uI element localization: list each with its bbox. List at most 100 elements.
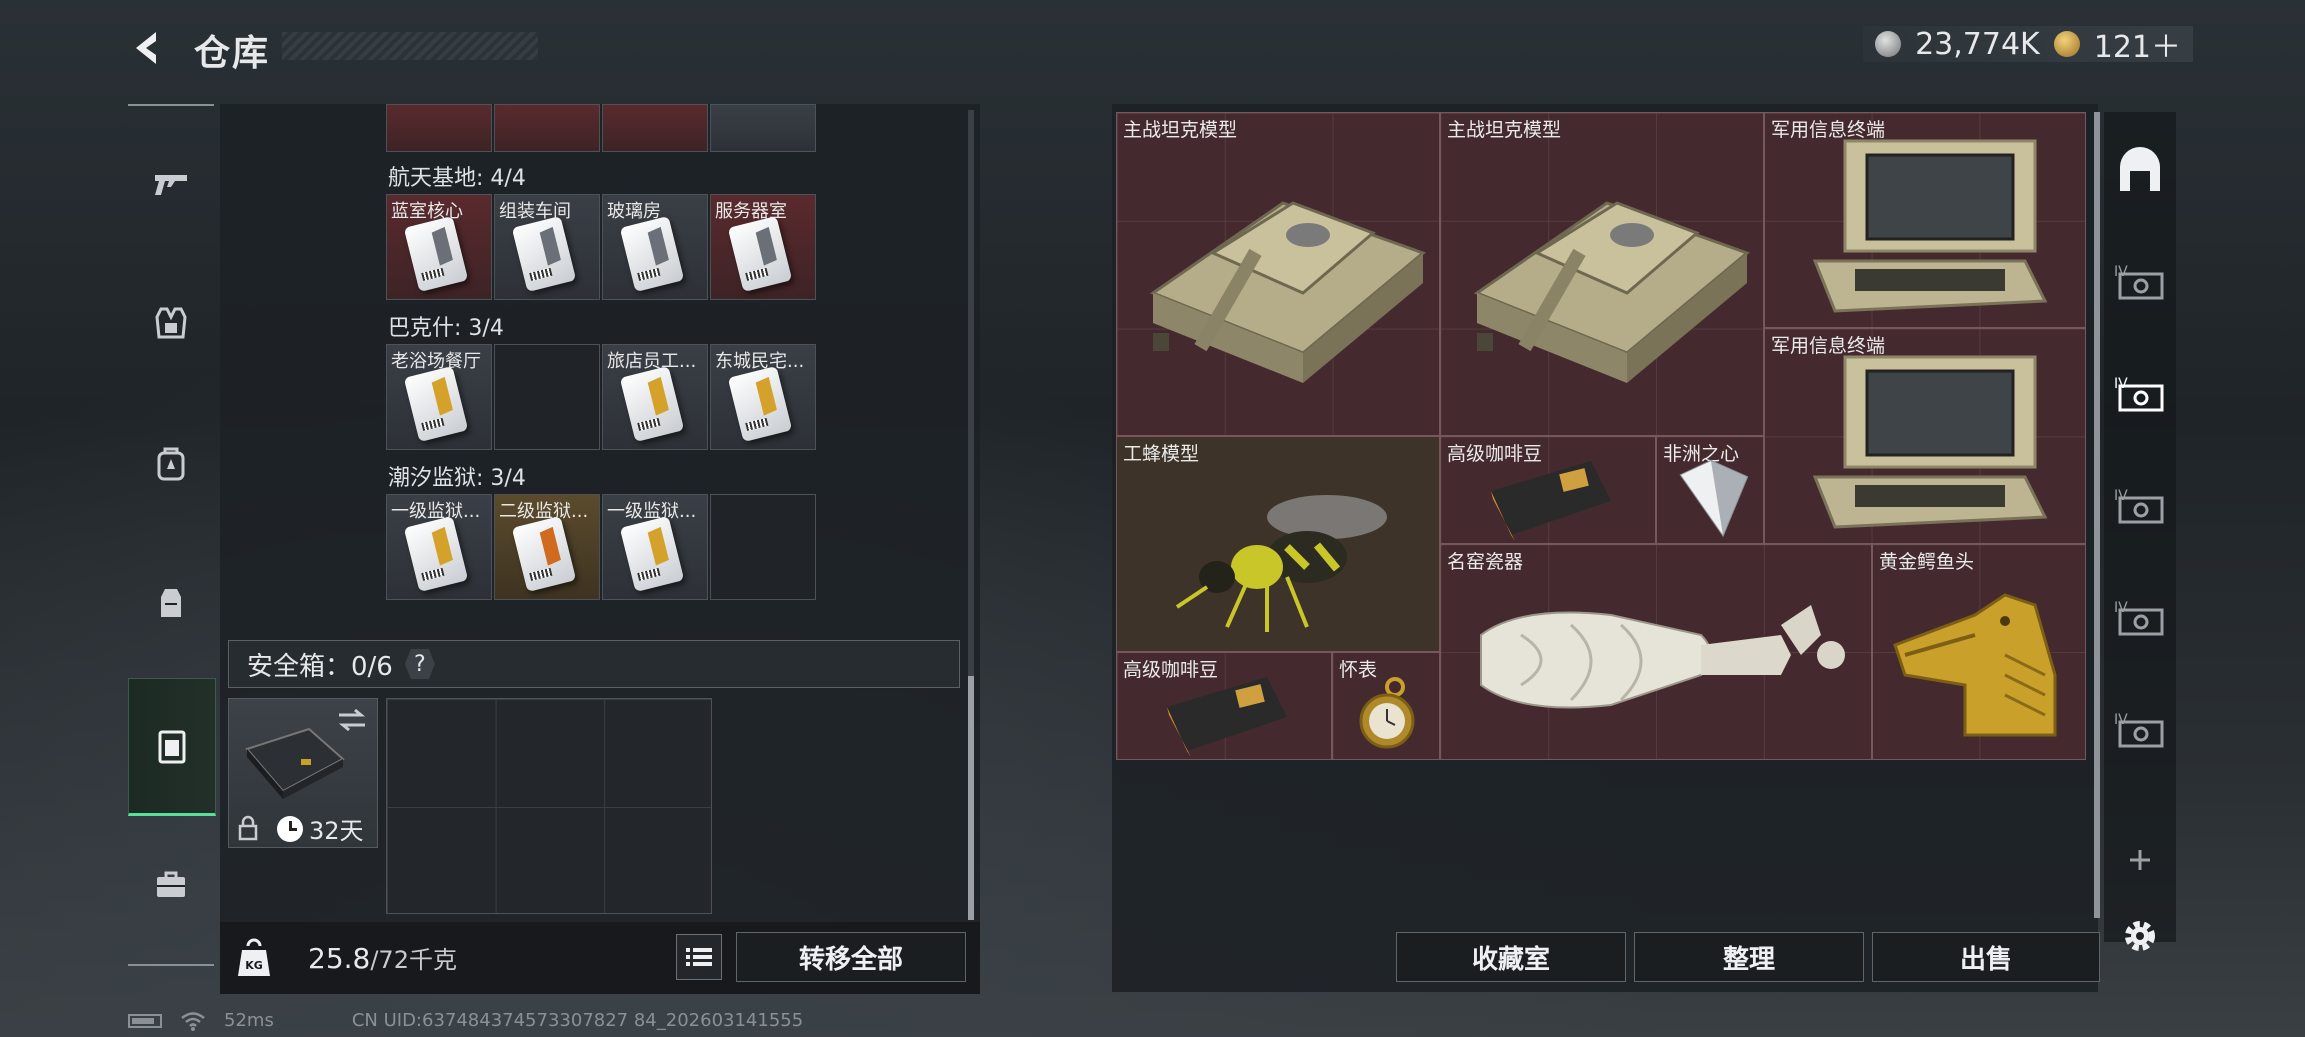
keycard-label: 二级监狱...: [499, 501, 589, 522]
keycard-label: 旅店员工...: [607, 351, 697, 372]
item-tank-model[interactable]: 主战坦克模型: [1116, 112, 1440, 436]
armor-vest-icon[interactable]: [128, 288, 214, 358]
stash-page-iv-icon[interactable]: IV: [2110, 254, 2170, 310]
keycard-group-title: 航天基地: 4/4: [388, 166, 526, 191]
svg-text:KG: KG: [245, 959, 263, 972]
backpack-icon[interactable]: [128, 428, 214, 498]
title-decoration: [282, 32, 538, 60]
keycard-label: 东城民宅...: [715, 351, 805, 372]
item-premium-coffee-beans[interactable]: 高级咖啡豆: [1116, 652, 1332, 760]
keycard-scroll-thumb[interactable]: [968, 676, 974, 920]
keycard-label: 服务器室: [715, 201, 787, 222]
uid-readout: CN UID:637484374573307827 84_20260314155…: [351, 1010, 804, 1031]
collection-room-button[interactable]: 收藏室: [1396, 932, 1626, 982]
keycard-group-title: 巴克什: 3/4: [388, 316, 504, 341]
silver-coin-icon: [1875, 31, 1902, 57]
keycard-slot[interactable]: 二级监狱...: [494, 494, 600, 600]
stash-scrollbar[interactable]: [2094, 112, 2100, 918]
stash-page-iv-icon-active[interactable]: IV: [2110, 366, 2170, 422]
keycard-row: 蓝室核心 组装车间 玻璃房 服务器室: [386, 194, 818, 300]
item-label: 主战坦克模型: [1123, 119, 1238, 141]
keycard-slot-empty: [710, 494, 816, 600]
keycard-slot[interactable]: 组装车间: [494, 194, 600, 300]
add-stash-page-icon[interactable]: [2110, 832, 2170, 888]
keycard-slot-empty: [494, 344, 600, 450]
gold-amount[interactable]: 121＋: [2094, 22, 2181, 66]
stash-home-icon[interactable]: [2110, 142, 2170, 198]
back-arrow-icon[interactable]: [128, 28, 168, 68]
page-title: 仓库: [194, 33, 271, 74]
keycard-label: 老浴场餐厅: [391, 351, 481, 372]
bee-model-icon: [1175, 495, 1387, 632]
stash-page-iv-icon[interactable]: IV: [2110, 478, 2170, 534]
keycard-slot[interactable]: 老浴场餐厅: [386, 344, 492, 450]
item-label: 主战坦克模型: [1447, 119, 1562, 141]
keycard-label: 蓝室核心: [391, 201, 463, 222]
lock-icon: [238, 815, 258, 841]
keycard-slot[interactable]: [710, 104, 816, 152]
porcelain-vase-icon: [1480, 605, 1845, 709]
keycard-label: 一级监狱...: [607, 501, 697, 522]
gun-icon[interactable]: [128, 148, 214, 218]
keycard-label: 一级监狱...: [391, 501, 481, 522]
safe-case-icon: [245, 727, 345, 799]
stash-page-iv-icon[interactable]: IV: [2110, 590, 2170, 646]
briefcase-icon[interactable]: [128, 850, 214, 920]
expiry-indicator: 32天: [277, 811, 364, 846]
rig-icon[interactable]: [128, 568, 214, 638]
pocket-watch-icon: [1359, 677, 1415, 749]
item-pocket-watch[interactable]: 怀表: [1332, 652, 1440, 760]
stash-page-tabs: IV IV IV IV IV: [2104, 112, 2176, 942]
keycard-slot[interactable]: 服务器室: [710, 194, 816, 300]
keycard-slot[interactable]: 蓝室核心: [386, 194, 492, 300]
keycard-slot[interactable]: 旅店员工...: [602, 344, 708, 450]
currency-bar: 23,774K 121＋: [1863, 26, 2193, 65]
terminal-icon: [1812, 139, 2048, 313]
weight-kg-icon: KG: [238, 938, 270, 976]
safebox-icon[interactable]: [128, 678, 216, 816]
keycard-row: 老浴场餐厅 旅店员工... 东城民宅...: [386, 344, 818, 450]
keycard-slot[interactable]: [386, 104, 492, 152]
weight-current: 25.8: [308, 942, 371, 975]
ping-readout: 52ms: [224, 1010, 274, 1031]
keycard-label: 玻璃房: [607, 201, 661, 222]
keycard-slot[interactable]: [494, 104, 600, 152]
keycard-slot[interactable]: 一级监狱...: [386, 494, 492, 600]
gold-coin-icon: [2053, 31, 2080, 57]
silver-amount: 23,774K: [1915, 26, 2040, 62]
item-worker-bee-model[interactable]: 工蜂模型: [1116, 436, 1440, 652]
sell-button[interactable]: 出售: [1872, 932, 2100, 982]
item-military-terminal[interactable]: 军用信息终端: [1764, 328, 2086, 544]
item-military-terminal[interactable]: 军用信息终端: [1764, 112, 2086, 328]
swap-icon[interactable]: [337, 707, 367, 733]
sort-button[interactable]: 整理: [1634, 932, 1864, 982]
list-view-button[interactable]: [676, 934, 722, 980]
item-premium-coffee-beans[interactable]: 高级咖啡豆: [1440, 436, 1656, 544]
battery-icon: [128, 1013, 162, 1028]
weight-max: /72千克: [370, 946, 457, 974]
keycard-slot[interactable]: 玻璃房: [602, 194, 708, 300]
stash-page-iv-icon[interactable]: IV: [2110, 702, 2170, 758]
safebox-item[interactable]: 32天: [228, 698, 378, 848]
wifi-icon: [181, 1011, 205, 1031]
coffee-bag-icon: [1167, 677, 1287, 757]
expiry-days: 32天: [309, 817, 364, 845]
keycard-label: 组装车间: [499, 201, 571, 222]
item-famous-kiln-porcelain[interactable]: 名窑瓷器: [1440, 544, 1872, 760]
item-heart-of-africa[interactable]: 非洲之心: [1656, 436, 1764, 544]
safebox-grid[interactable]: [386, 698, 712, 914]
keycard-slot[interactable]: 东城民宅...: [710, 344, 816, 450]
item-golden-crocodile-head[interactable]: 黄金鳄鱼头: [1872, 544, 2086, 760]
settings-gear-icon[interactable]: [2118, 914, 2162, 958]
keycard-slot[interactable]: [602, 104, 708, 152]
help-icon[interactable]: ?: [404, 649, 435, 679]
tank-model-icon: [1149, 201, 1426, 383]
diamond-icon: [1679, 459, 1749, 538]
terminal-icon: [1812, 355, 2048, 529]
transfer-all-button[interactable]: 转移全部: [736, 932, 966, 982]
weight-readout: 25.8/72千克: [308, 940, 457, 975]
keycard-row: 一级监狱... 二级监狱... 一级监狱...: [386, 494, 818, 600]
item-tank-model[interactable]: 主战坦克模型: [1440, 112, 1764, 436]
safebox-header: 安全箱：0/6 ?: [228, 640, 960, 688]
keycard-slot[interactable]: 一级监狱...: [602, 494, 708, 600]
